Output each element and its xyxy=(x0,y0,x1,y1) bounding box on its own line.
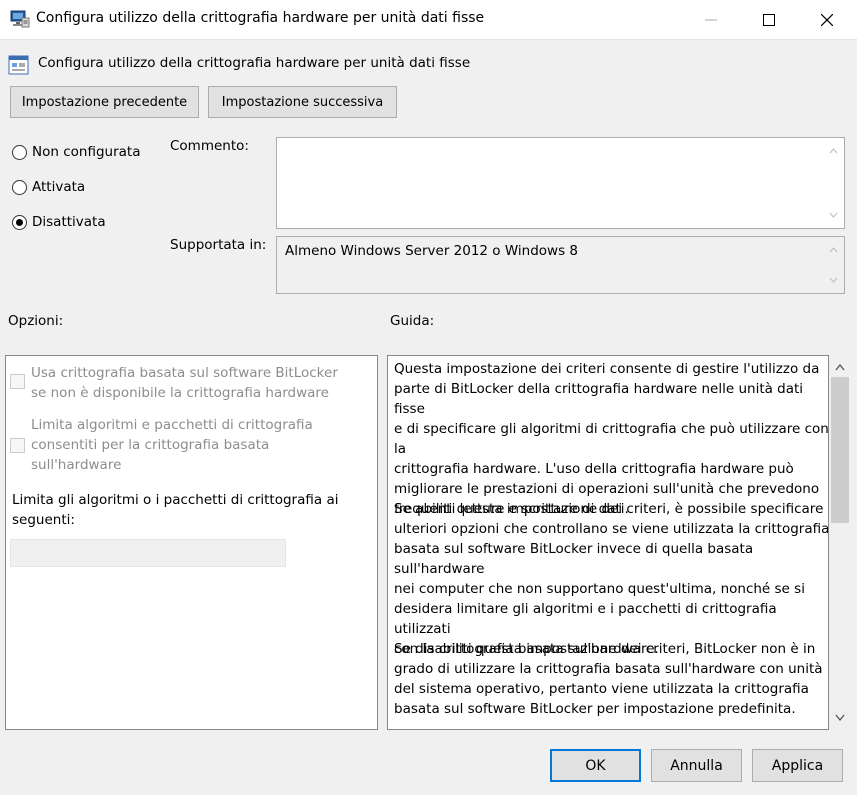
close-button[interactable] xyxy=(798,0,856,40)
software-fallback-checkbox[interactable] xyxy=(10,374,25,389)
restrict-algorithms-label: Limita algoritmi e pacchetti di crittogr… xyxy=(31,417,313,473)
window-title: Configura utilizzo della crittografia ha… xyxy=(36,10,485,26)
policy-computer-icon xyxy=(10,10,30,28)
supported-value: Almeno Windows Server 2012 o Windows 8 xyxy=(285,243,579,259)
maximize-icon xyxy=(763,14,775,26)
supported-label: Supportata in: xyxy=(170,237,267,253)
radio-label: Disattivata xyxy=(32,214,106,230)
comment-label: Commento: xyxy=(170,138,249,154)
radio-enabled[interactable]: Attivata xyxy=(12,179,85,195)
guide-paragraph: Questa impostazione dei criteri consente… xyxy=(394,361,829,517)
scrollbar-thumb[interactable] xyxy=(831,377,849,523)
scroll-up-icon[interactable] xyxy=(829,148,838,154)
restrict-suites-label: Limita gli algoritmi o i pacchetti di cr… xyxy=(12,492,339,528)
title-bar[interactable]: Configura utilizzo della crittografia ha… xyxy=(0,0,857,40)
scroll-down-icon[interactable] xyxy=(829,277,838,283)
cancel-button[interactable]: Annulla xyxy=(651,749,742,782)
policy-setting-icon xyxy=(8,54,30,76)
setting-title: Configura utilizzo della crittografia ha… xyxy=(38,55,471,71)
radio-not-configured[interactable]: Non configurata xyxy=(12,144,140,160)
scroll-down-icon[interactable] xyxy=(829,212,838,218)
radio-disabled[interactable]: Disattivata xyxy=(12,214,106,230)
scroll-up-icon[interactable] xyxy=(835,364,845,371)
radio-label: Attivata xyxy=(32,179,86,195)
previous-setting-button[interactable]: Impostazione precedente xyxy=(10,86,199,118)
radio-button[interactable] xyxy=(12,214,27,230)
scroll-down-icon[interactable] xyxy=(835,714,845,721)
supported-on-box: Almeno Windows Server 2012 o Windows 8 xyxy=(276,236,845,294)
guide-paragraph: Se disabiliti questa impostazione dei cr… xyxy=(394,641,823,717)
options-label: Opzioni: xyxy=(8,313,64,329)
guide-scrollbar[interactable] xyxy=(829,355,851,730)
guide-paragraph: Se abiliti questa impostazione dei crite… xyxy=(394,501,829,657)
radio-button[interactable] xyxy=(12,179,27,195)
apply-button[interactable]: Applica xyxy=(752,749,843,782)
next-setting-button[interactable]: Impostazione successiva xyxy=(208,86,397,118)
ok-button[interactable]: OK xyxy=(550,749,641,782)
guide-label: Guida: xyxy=(390,313,435,329)
comment-value xyxy=(277,138,844,146)
cipher-suites-input[interactable] xyxy=(10,539,286,567)
maximize-button[interactable] xyxy=(740,0,798,40)
minimize-icon xyxy=(705,19,717,21)
close-icon xyxy=(821,14,833,26)
options-panel: Usa crittografia basata sul software Bit… xyxy=(5,355,378,730)
comment-textarea[interactable] xyxy=(276,137,845,229)
radio-label: Non configurata xyxy=(32,144,141,160)
minimize-button[interactable] xyxy=(682,0,740,40)
guide-panel: Questa impostazione dei criteri consente… xyxy=(387,355,829,730)
restrict-algorithms-checkbox[interactable] xyxy=(10,438,25,453)
software-fallback-label: Usa crittografia basata sul software Bit… xyxy=(31,365,338,401)
radio-button[interactable] xyxy=(12,144,27,160)
scroll-up-icon[interactable] xyxy=(829,247,838,253)
